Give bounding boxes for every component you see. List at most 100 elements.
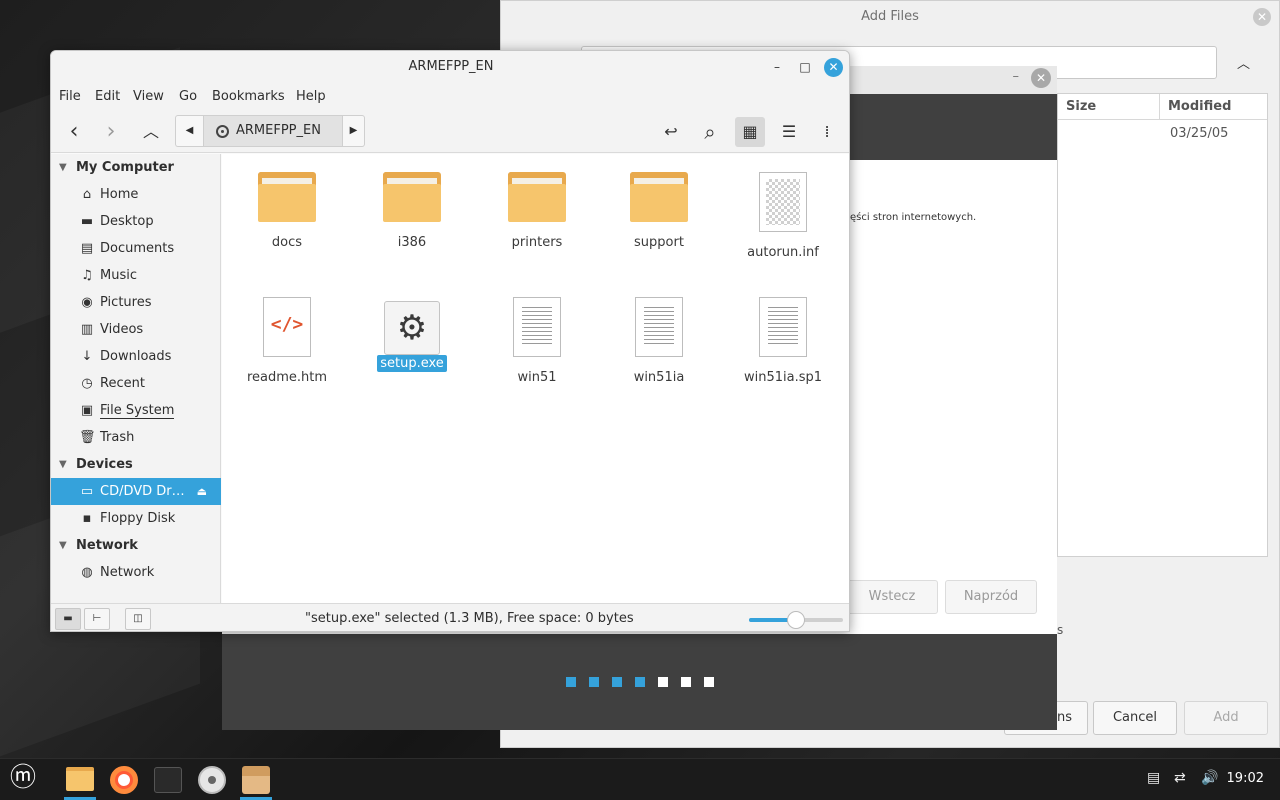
eject-icon[interactable]: ⏏ bbox=[197, 478, 207, 505]
section-title: Network bbox=[76, 538, 138, 553]
back-button[interactable]: Wstecz bbox=[846, 580, 938, 614]
sidebar-item-desktop[interactable]: ▬ Desktop bbox=[51, 208, 221, 235]
disc-icon bbox=[216, 125, 229, 138]
sidebar-item-documents[interactable]: ▤ Documents bbox=[51, 235, 221, 262]
sidebar-item-label: Desktop bbox=[100, 214, 154, 229]
gear-icon: ⚙ bbox=[384, 301, 440, 355]
sidebar: ▼ My Computer ⌂ Home ▬ Desktop ▤ Documents … bbox=[51, 154, 221, 603]
sidebar-item-network[interactable]: ◍ Network bbox=[51, 559, 221, 586]
file-item[interactable]: i386 bbox=[362, 172, 462, 251]
sidebar-item-recent[interactable]: ◷ Recent bbox=[51, 370, 221, 397]
column-size[interactable]: Size bbox=[1058, 94, 1160, 120]
file-name: i386 bbox=[397, 235, 427, 250]
grid-view-icon[interactable]: ▦ bbox=[735, 117, 765, 147]
file-item[interactable]: support bbox=[609, 172, 709, 251]
places-toggle-icon[interactable]: ▬ bbox=[55, 608, 81, 630]
sidebar-item-label: Videos bbox=[100, 322, 144, 337]
sidebar-item-home[interactable]: ⌂ Home bbox=[51, 181, 221, 208]
back-icon[interactable]: ‹ bbox=[59, 117, 89, 147]
breadcrumb[interactable]: ARMEFPP_EN bbox=[203, 115, 343, 147]
file-name: win51ia bbox=[633, 370, 685, 385]
compact-view-icon[interactable]: ⁞ bbox=[812, 117, 842, 147]
sidebar-item-pictures[interactable]: ◉ Pictures bbox=[51, 289, 221, 316]
file-item[interactable]: docs bbox=[237, 172, 337, 251]
add-button[interactable]: Add bbox=[1184, 701, 1268, 735]
file-list[interactable]: Size Modified 03/25/05 bbox=[1057, 93, 1268, 557]
zoom-slider-handle[interactable] bbox=[787, 611, 805, 629]
sidebar-item-downloads[interactable]: ↓ Downloads bbox=[51, 343, 221, 370]
cancel-button[interactable]: Cancel bbox=[1093, 701, 1177, 735]
file-item[interactable]: win51ia.sp1 bbox=[733, 294, 833, 386]
taskbar-disc[interactable] bbox=[192, 761, 232, 799]
menu-button[interactable]: ⓜ bbox=[2, 761, 42, 799]
desktop-icon: ▬ bbox=[80, 214, 94, 229]
file-item[interactable]: </> readme.htm bbox=[237, 294, 337, 386]
folder-icon bbox=[630, 172, 688, 222]
globe-icon: ◍ bbox=[81, 565, 93, 580]
breadcrumb-scroll-left[interactable]: ◀ bbox=[175, 115, 203, 147]
drive-icon: ▣ bbox=[80, 403, 94, 418]
progress-step bbox=[612, 677, 622, 687]
file-item[interactable]: printers bbox=[487, 172, 587, 251]
taskbar-firefox[interactable] bbox=[104, 761, 144, 799]
maximize-button[interactable]: □ bbox=[796, 59, 814, 77]
close-button[interactable]: ✕ bbox=[824, 58, 843, 77]
file-item[interactable]: ⚙ setup.exe bbox=[362, 294, 462, 372]
list-view-icon[interactable]: ☰ bbox=[774, 117, 804, 147]
hide-sidebar-icon[interactable]: ◫ bbox=[125, 608, 151, 630]
file-view[interactable]: docs i386 printers support autorun.inf </> rea… bbox=[222, 154, 849, 603]
optical-drive-icon: ▭ bbox=[80, 484, 94, 499]
toggle-location-icon[interactable]: ↩ bbox=[656, 117, 686, 147]
close-icon[interactable]: ✕ bbox=[1031, 68, 1051, 88]
mint-logo-icon: ⓜ bbox=[9, 763, 36, 793]
file-name: win51 bbox=[517, 370, 557, 385]
menu-file[interactable]: File bbox=[59, 89, 81, 104]
menu-view[interactable]: View bbox=[133, 89, 164, 104]
taskbar-terminal[interactable] bbox=[148, 761, 188, 799]
close-icon[interactable]: ✕ bbox=[1253, 8, 1271, 26]
notes-icon[interactable]: ▤ bbox=[1147, 770, 1160, 786]
up-icon[interactable]: ︿ bbox=[136, 117, 166, 147]
sidebar-item-music[interactable]: ♫ Music bbox=[51, 262, 221, 289]
minimize-button[interactable]: – bbox=[768, 59, 786, 77]
sidebar-item-videos[interactable]: ▥ Videos bbox=[51, 316, 221, 343]
sidebar-section-my-computer[interactable]: ▼ My Computer bbox=[51, 154, 221, 181]
menu-edit[interactable]: Edit bbox=[95, 89, 120, 104]
sidebar-item-label: Documents bbox=[100, 241, 175, 256]
sidebar-item-label: File System bbox=[100, 403, 175, 419]
network-icon[interactable]: ⇄ bbox=[1174, 770, 1186, 786]
trash-icon: 🗑 bbox=[79, 430, 96, 445]
file-item[interactable]: autorun.inf bbox=[733, 172, 833, 261]
sidebar-item-file-system[interactable]: ▣ File System bbox=[51, 397, 221, 424]
window-title: ARMEFPP_EN bbox=[51, 51, 849, 83]
menu-bookmarks[interactable]: Bookmarks bbox=[212, 89, 285, 104]
search-icon[interactable]: ⌕ bbox=[695, 117, 725, 147]
clock[interactable]: 19:02 bbox=[1227, 771, 1264, 786]
tree-toggle-icon[interactable]: ⊢ bbox=[84, 608, 110, 630]
sidebar-item-trash[interactable]: 🗑 Trash bbox=[51, 424, 221, 451]
breadcrumb-scroll-right[interactable]: ▶ bbox=[343, 115, 365, 147]
file-icon bbox=[759, 172, 807, 232]
menu-help[interactable]: Help bbox=[296, 89, 326, 104]
html-file-icon: </> bbox=[263, 297, 311, 357]
column-modified[interactable]: Modified bbox=[1160, 94, 1267, 120]
file-item[interactable]: win51 bbox=[487, 294, 587, 386]
sidebar-section-network[interactable]: ▼ Network bbox=[51, 532, 221, 559]
breadcrumb-label: ARMEFPP_EN bbox=[236, 123, 321, 138]
sidebar-item-floppy-disk[interactable]: ▪ Floppy Disk bbox=[51, 505, 221, 532]
sidebar-section-devices[interactable]: ▼ Devices bbox=[51, 451, 221, 478]
terminal-icon bbox=[154, 767, 182, 793]
chevron-up-icon[interactable]: ︿ bbox=[1237, 53, 1257, 73]
minimize-icon[interactable]: – bbox=[1013, 69, 1020, 84]
taskbar-archive[interactable] bbox=[236, 761, 276, 800]
documents-icon: ▤ bbox=[80, 241, 94, 256]
file-item[interactable]: win51ia bbox=[609, 294, 709, 386]
forward-icon[interactable]: › bbox=[96, 117, 126, 147]
sidebar-item-label: Music bbox=[100, 268, 137, 283]
next-button[interactable]: Naprzód bbox=[945, 580, 1037, 614]
taskbar-files[interactable] bbox=[60, 761, 100, 800]
sidebar-item-cd-dvd-drive[interactable]: ▭ CD/DVD Dr… ⏏ bbox=[51, 478, 221, 505]
zoom-slider[interactable] bbox=[749, 611, 843, 629]
menu-go[interactable]: Go bbox=[179, 89, 197, 104]
volume-icon[interactable]: 🔊 bbox=[1201, 770, 1218, 786]
